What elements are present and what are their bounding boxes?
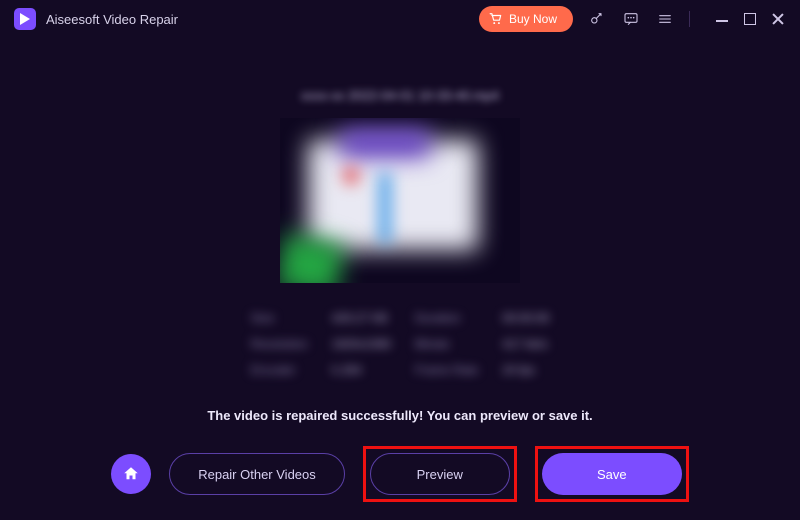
preview-button[interactable]: Preview (370, 453, 510, 495)
save-button[interactable]: Save (542, 453, 682, 495)
file-name: xxxx-xx 2022-04-01 10-33-40.mp4 (0, 88, 800, 103)
menu-icon[interactable] (655, 9, 675, 29)
status-message: The video is repaired successfully! You … (0, 408, 800, 423)
feedback-icon[interactable] (621, 9, 641, 29)
app-logo-icon (14, 8, 36, 30)
video-preview-thumbnail (280, 118, 520, 283)
key-icon[interactable] (587, 9, 607, 29)
video-metadata: Size429.27 KBDuration00:00:09 Resolution… (0, 300, 800, 388)
home-button[interactable] (111, 454, 151, 494)
highlight-box-preview: Preview (363, 446, 517, 502)
minimize-icon[interactable] (714, 11, 730, 27)
repair-other-videos-button[interactable]: Repair Other Videos (169, 453, 345, 495)
title-bar: Aiseesoft Video Repair Buy Now (0, 0, 800, 38)
buy-now-button[interactable]: Buy Now (479, 6, 573, 32)
buy-now-label: Buy Now (509, 12, 557, 26)
home-icon (122, 465, 140, 483)
window-controls (702, 11, 786, 27)
close-icon[interactable] (770, 11, 786, 27)
highlight-box-save: Save (535, 446, 689, 502)
app-title: Aiseesoft Video Repair (46, 12, 178, 27)
cart-icon (489, 12, 503, 26)
action-bar: Repair Other Videos Preview Save (0, 446, 800, 502)
maximize-icon[interactable] (742, 11, 758, 27)
separator (689, 11, 690, 27)
